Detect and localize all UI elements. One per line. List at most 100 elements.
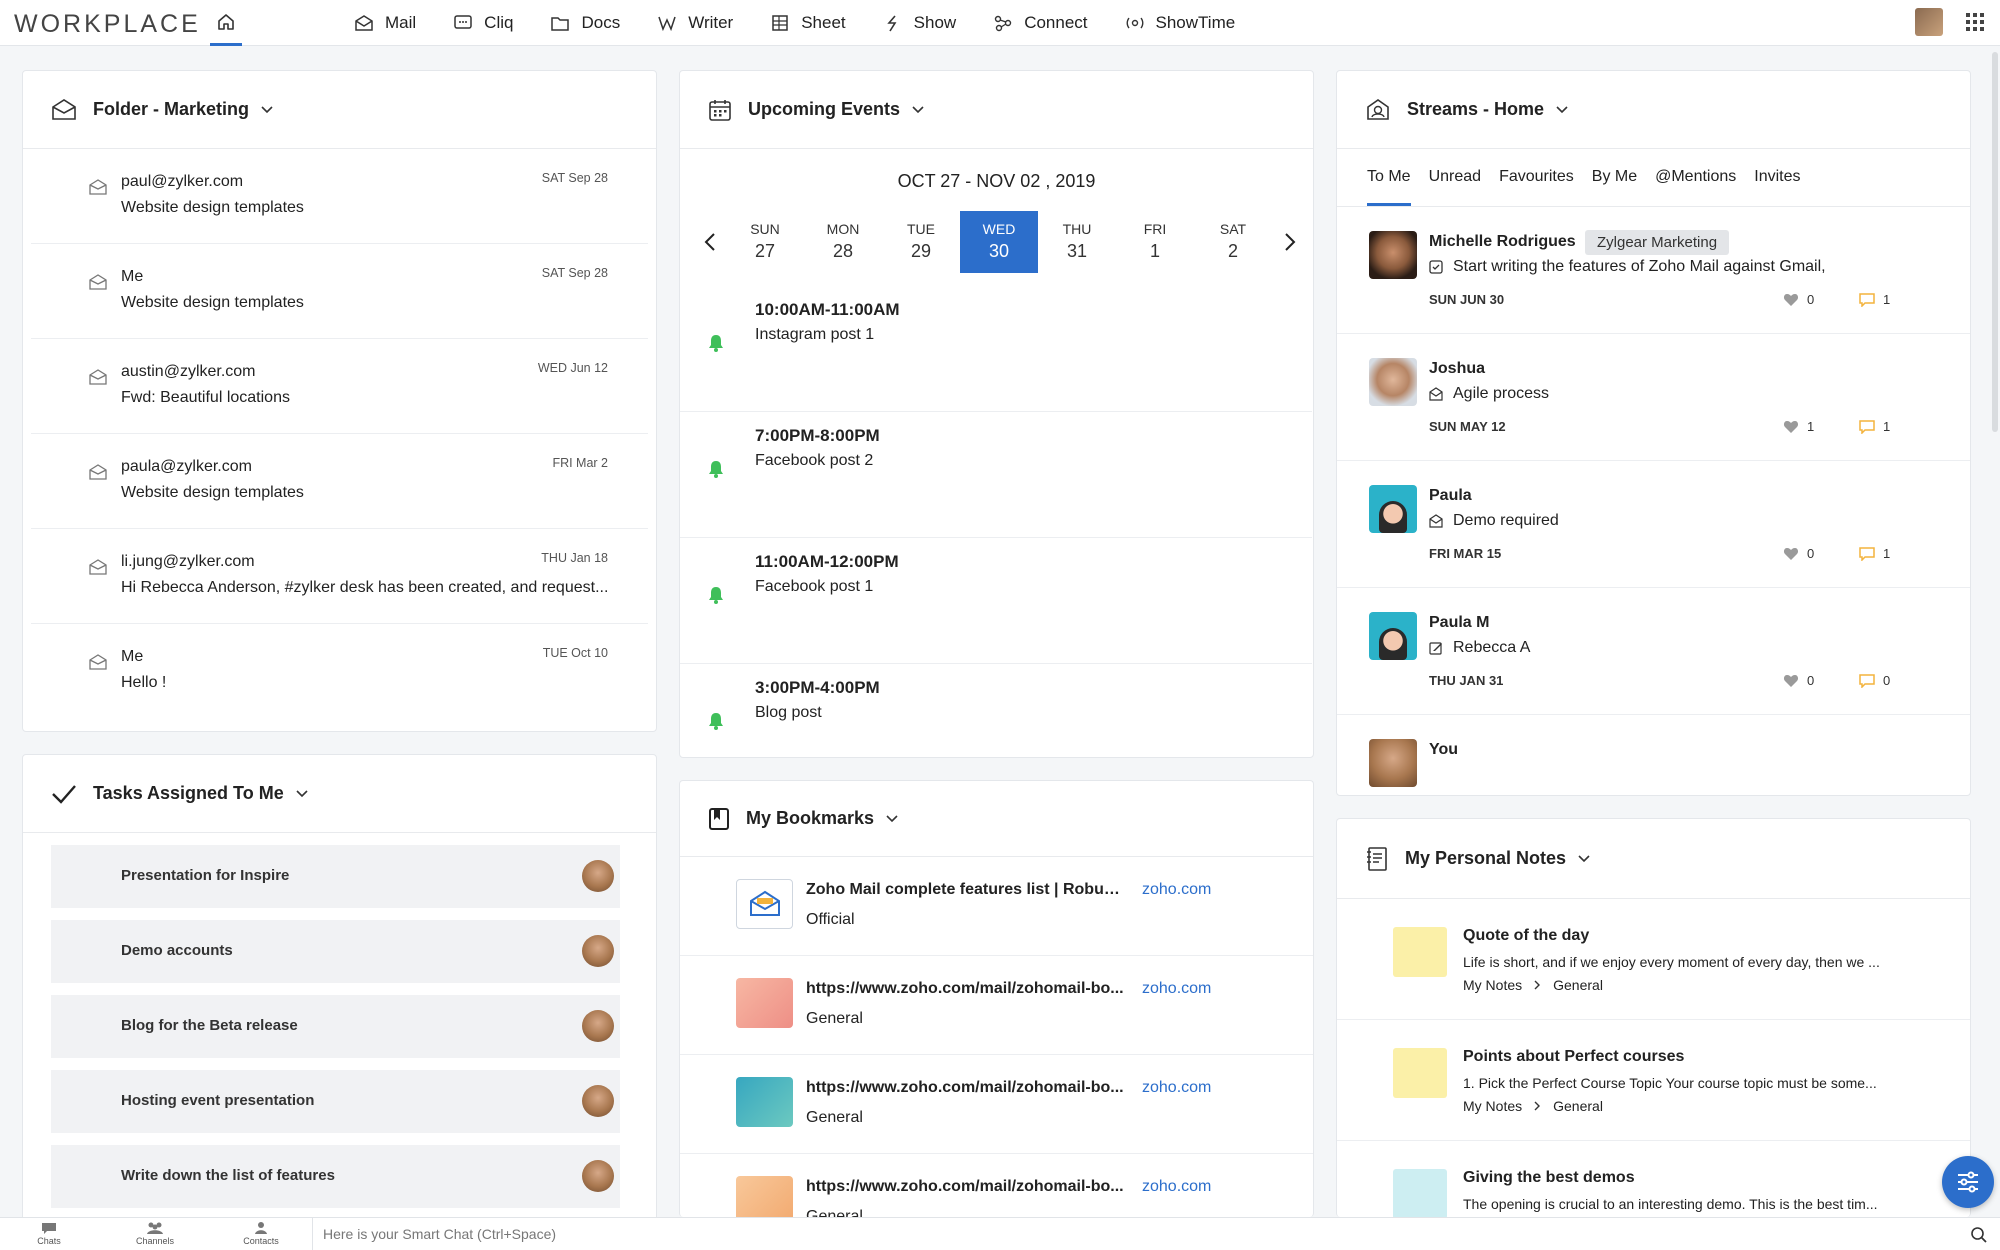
events-widget-title[interactable]: Upcoming Events — [748, 99, 900, 120]
note-item[interactable]: Quote of the day Life is short, and if w… — [1337, 899, 1970, 1020]
stream-author[interactable]: Joshua — [1429, 360, 1485, 378]
note-subfolder[interactable]: General — [1553, 1098, 1603, 1114]
app-connect[interactable]: Connect — [993, 13, 1088, 33]
like-button[interactable]: 1 — [1783, 419, 1814, 434]
stream-author[interactable]: Paula — [1429, 487, 1472, 505]
tab-favourites[interactable]: Favourites — [1499, 168, 1574, 206]
chevron-down-icon[interactable] — [1556, 105, 1568, 114]
bookmark-item[interactable]: https://www.zoho.com/mail/zohomail-bo...… — [680, 1055, 1313, 1154]
bookmark-item[interactable]: https://www.zoho.com/mail/zohomail-bo...… — [680, 956, 1313, 1055]
day-fri[interactable]: FRI 1 — [1116, 211, 1194, 273]
avatar[interactable] — [1369, 231, 1417, 279]
event-item[interactable]: 10:00AM-11:00AM Instagram post 1 — [680, 286, 1312, 412]
chevron-left-icon[interactable] — [700, 231, 722, 253]
app-writer[interactable]: Writer — [657, 13, 733, 33]
app-grid-icon[interactable] — [1965, 12, 1985, 32]
day-mon[interactable]: MON 28 — [804, 211, 882, 273]
bookmark-domain[interactable]: zoho.com — [1142, 980, 1211, 998]
bookmark-domain[interactable]: zoho.com — [1142, 1178, 1211, 1196]
group-tag[interactable]: Zylgear Marketing — [1585, 230, 1730, 255]
avatar[interactable] — [1369, 612, 1417, 660]
user-avatar[interactable] — [1915, 8, 1943, 36]
tab-mentions[interactable]: @Mentions — [1655, 168, 1736, 206]
note-subfolder[interactable]: General — [1553, 977, 1603, 993]
comment-button[interactable]: 0 — [1859, 673, 1890, 688]
chevron-down-icon[interactable] — [912, 105, 924, 114]
chevron-down-icon[interactable] — [1578, 854, 1590, 863]
bottom-chats[interactable]: Chats — [4, 1221, 94, 1246]
task-item[interactable]: Hosting event presentation — [51, 1070, 620, 1133]
app-docs[interactable]: Docs — [550, 13, 620, 33]
stream-item[interactable]: Michelle Rodrigues Zylgear Marketing Sta… — [1337, 207, 1970, 334]
bookmark-item[interactable]: Zoho Mail complete features list | Robus… — [680, 857, 1313, 956]
bottom-contacts[interactable]: Contacts — [216, 1221, 306, 1246]
day-wed-selected[interactable]: WED 30 — [960, 211, 1038, 273]
note-item[interactable]: Points about Perfect courses 1. Pick the… — [1337, 1020, 1970, 1141]
search-icon[interactable] — [1970, 1226, 1988, 1244]
stream-author[interactable]: Paula M — [1429, 614, 1489, 632]
home-tab[interactable] — [210, 0, 242, 46]
tasks-widget-title[interactable]: Tasks Assigned To Me — [93, 783, 284, 804]
day-thu[interactable]: THU 31 — [1038, 211, 1116, 273]
day-sat[interactable]: SAT 2 — [1194, 211, 1272, 273]
event-item[interactable]: 7:00PM-8:00PM Facebook post 2 — [680, 412, 1312, 538]
task-item[interactable]: Presentation for Inspire — [51, 845, 620, 908]
workplace-logo[interactable]: WORKPLACE — [14, 10, 201, 39]
mail-item[interactable]: paula@zylker.com Website design template… — [31, 434, 648, 529]
task-item[interactable]: Write down the list of features — [51, 1145, 620, 1208]
bookmark-item[interactable]: https://www.zoho.com/mail/zohomail-bo...… — [680, 1154, 1313, 1217]
chevron-down-icon[interactable] — [261, 105, 273, 114]
avatar[interactable] — [1369, 485, 1417, 533]
app-sheet[interactable]: Sheet — [770, 13, 846, 33]
comment-button[interactable]: 1 — [1859, 419, 1890, 434]
folder-widget-title[interactable]: Folder - Marketing — [93, 99, 249, 120]
note-item[interactable]: Giving the best demos The opening is cru… — [1337, 1141, 1970, 1217]
tab-invites[interactable]: Invites — [1754, 168, 1800, 206]
tab-to-me[interactable]: To Me — [1367, 168, 1411, 206]
stream-author[interactable]: You — [1429, 741, 1458, 759]
mail-item[interactable]: Me Hello ! TUE Oct 10 — [31, 624, 648, 719]
chevron-down-icon[interactable] — [886, 814, 898, 823]
like-button[interactable]: 0 — [1783, 292, 1814, 307]
customize-fab[interactable] — [1942, 1156, 1994, 1208]
app-mail[interactable]: Mail — [354, 13, 416, 33]
stream-item[interactable]: You — [1337, 715, 1970, 795]
bottom-channels[interactable]: Channels — [110, 1221, 200, 1246]
chevron-down-icon[interactable] — [296, 789, 308, 798]
mail-item[interactable]: paul@zylker.com Website design templates… — [31, 149, 648, 244]
avatar[interactable] — [1369, 358, 1417, 406]
tab-by-me[interactable]: By Me — [1592, 168, 1637, 206]
day-sun[interactable]: SUN 27 — [726, 211, 804, 273]
app-cliq[interactable]: Cliq — [453, 13, 513, 33]
like-button[interactable]: 0 — [1783, 546, 1814, 561]
comment-button[interactable]: 1 — [1859, 292, 1890, 307]
stream-item[interactable]: Joshua Agile process SUN MAY 12 1 1 — [1337, 334, 1970, 461]
notes-widget-title[interactable]: My Personal Notes — [1405, 848, 1566, 869]
streams-widget-title[interactable]: Streams - Home — [1407, 99, 1544, 120]
avatar[interactable] — [1369, 739, 1417, 787]
like-button[interactable]: 0 — [1783, 673, 1814, 688]
smart-chat-input[interactable]: Here is your Smart Chat (Ctrl+Space) — [312, 1218, 1962, 1250]
page-scrollbar[interactable] — [1992, 52, 1998, 432]
comment-button[interactable]: 1 — [1859, 546, 1890, 561]
stream-author[interactable]: Michelle Rodrigues — [1429, 233, 1576, 251]
stream-item[interactable]: Paula M Rebecca A THU JAN 31 0 0 — [1337, 588, 1970, 715]
mail-item[interactable]: austin@zylker.com Fwd: Beautiful locatio… — [31, 339, 648, 434]
note-folder[interactable]: My Notes — [1463, 1098, 1522, 1114]
task-item[interactable]: Demo accounts — [51, 920, 620, 983]
mail-item[interactable]: Me Website design templates SAT Sep 28 — [31, 244, 648, 339]
event-item[interactable]: 3:00PM-4:00PM Blog post — [680, 664, 1312, 757]
note-folder[interactable]: My Notes — [1463, 977, 1522, 993]
tab-unread[interactable]: Unread — [1429, 168, 1481, 206]
mail-item[interactable]: li.jung@zylker.com Hi Rebecca Anderson, … — [31, 529, 648, 624]
bookmark-domain[interactable]: zoho.com — [1142, 1079, 1211, 1097]
bookmarks-widget-title[interactable]: My Bookmarks — [746, 808, 874, 829]
chevron-right-icon[interactable] — [1278, 231, 1300, 253]
day-tue[interactable]: TUE 29 — [882, 211, 960, 273]
bookmark-domain[interactable]: zoho.com — [1142, 881, 1211, 899]
task-item[interactable]: Blog for the Beta release — [51, 995, 620, 1058]
app-show[interactable]: Show — [883, 13, 956, 33]
event-item[interactable]: 11:00AM-12:00PM Facebook post 1 — [680, 538, 1312, 664]
stream-item[interactable]: Paula Demo required FRI MAR 15 0 1 — [1337, 461, 1970, 588]
app-showtime[interactable]: ShowTime — [1125, 13, 1235, 33]
